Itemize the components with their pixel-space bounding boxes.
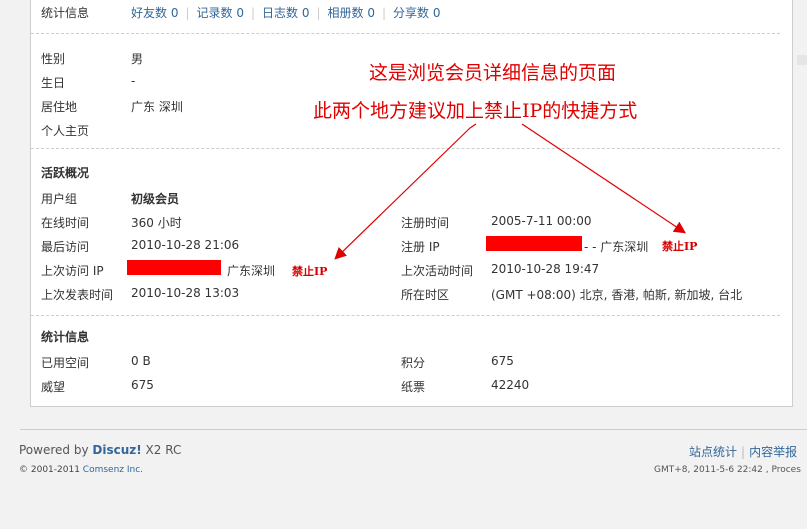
copyright: © 2001-2011 Comsenz Inc. — [19, 465, 143, 475]
used-space-value: 0 B — [131, 354, 151, 368]
last-visit-label: 最后访问 — [41, 240, 90, 254]
usergroup-value[interactable]: 初级会员 — [131, 190, 179, 207]
last-activity-value: 2010-10-28 19:47 — [491, 262, 600, 276]
site-stats-link[interactable]: 站点统计 — [689, 445, 737, 459]
last-ip-location: 广东深圳 — [227, 264, 276, 278]
register-ip-label: 注册 IP — [401, 240, 440, 254]
link-separator: | — [185, 6, 190, 20]
blogs-count-link[interactable]: 日志数 0 — [262, 6, 309, 20]
last-ip-ban-link[interactable]: 禁止IP — [292, 263, 327, 279]
divider — [31, 33, 780, 34]
online-time-label: 在线时间 — [41, 216, 90, 230]
used-space-label: 已用空间 — [41, 356, 90, 370]
powered-by: Powered by Discuz! X2 RC — [19, 443, 181, 457]
points-label: 积分 — [401, 356, 426, 370]
usergroup-label: 用户组 — [41, 192, 78, 206]
register-time-value: 2005-7-11 00:00 — [491, 214, 592, 228]
paper-label: 纸票 — [401, 380, 426, 394]
shares-count-link[interactable]: 分享数 0 — [393, 6, 440, 20]
link-separator: | — [316, 6, 321, 20]
birthday-value: - — [131, 74, 136, 88]
stats-top-label: 统计信息 — [41, 6, 90, 20]
timezone-value: (GMT +08:00) 北京, 香港, 帕斯, 新加坡, 台北 — [491, 288, 743, 302]
register-ip-location: - - 广东深圳 — [584, 240, 649, 254]
redacted-register-ip — [486, 236, 582, 251]
stats-top-links: 好友数 0 | 记录数 0 | 日志数 0 | 相册数 0 | 分享数 0 — [131, 4, 440, 21]
annotation-line-2: 此两个地方建议加上禁止IP的快捷方式 — [313, 100, 638, 122]
gender-value: 男 — [131, 52, 144, 66]
register-time-label: 注册时间 — [401, 216, 450, 230]
copyright-prefix: © 2001-2011 — [19, 465, 83, 475]
link-separator: | — [741, 445, 746, 459]
timezone-label: 所在时区 — [401, 288, 450, 302]
last-visit-value: 2010-10-28 21:06 — [131, 238, 240, 252]
link-separator: | — [250, 6, 255, 20]
residence-value: 广东 深圳 — [131, 100, 183, 114]
report-link[interactable]: 内容举报 — [749, 445, 797, 459]
powered-prefix: Powered by — [19, 443, 93, 457]
redacted-last-ip — [127, 260, 221, 275]
homepage-label: 个人主页 — [41, 124, 90, 138]
points-value: 675 — [491, 354, 514, 368]
last-post-label: 上次发表时间 — [41, 288, 114, 302]
last-ip-label: 上次访问 IP — [41, 264, 104, 278]
gmt-time: GMT+8, 2011-5-6 22:42 , Proces — [654, 465, 801, 475]
comsenz-link[interactable]: Comsenz Inc. — [83, 465, 143, 475]
birthday-label: 生日 — [41, 76, 66, 90]
online-time-value: 360 小时 — [131, 216, 182, 230]
last-activity-label: 上次活动时间 — [401, 264, 474, 278]
records-count-link[interactable]: 记录数 0 — [197, 6, 244, 20]
prestige-value: 675 — [131, 378, 154, 392]
register-ip-ban-link[interactable]: 禁止IP — [662, 238, 697, 254]
albums-count-link[interactable]: 相册数 0 — [328, 6, 375, 20]
link-separator: | — [381, 6, 386, 20]
divider — [31, 148, 780, 149]
annotation-line-1: 这是浏览会员详细信息的页面 — [369, 62, 617, 84]
discuz-link[interactable]: Discuz! — [92, 443, 141, 457]
paper-value: 42240 — [491, 378, 530, 392]
footer-divider — [20, 429, 807, 430]
gender-label: 性别 — [41, 52, 66, 66]
footer-links: 站点统计 | 内容举报 — [689, 443, 797, 460]
friends-count-link[interactable]: 好友数 0 — [131, 6, 178, 20]
stats-title: 统计信息 — [41, 330, 90, 344]
residence-label: 居住地 — [41, 100, 78, 114]
last-post-value: 2010-10-28 13:03 — [131, 286, 240, 300]
version-text: X2 RC — [141, 443, 182, 457]
scrollbar-fragment[interactable] — [797, 55, 807, 65]
activity-title: 活跃概况 — [41, 166, 90, 180]
divider — [31, 315, 780, 316]
prestige-label: 威望 — [41, 380, 66, 394]
